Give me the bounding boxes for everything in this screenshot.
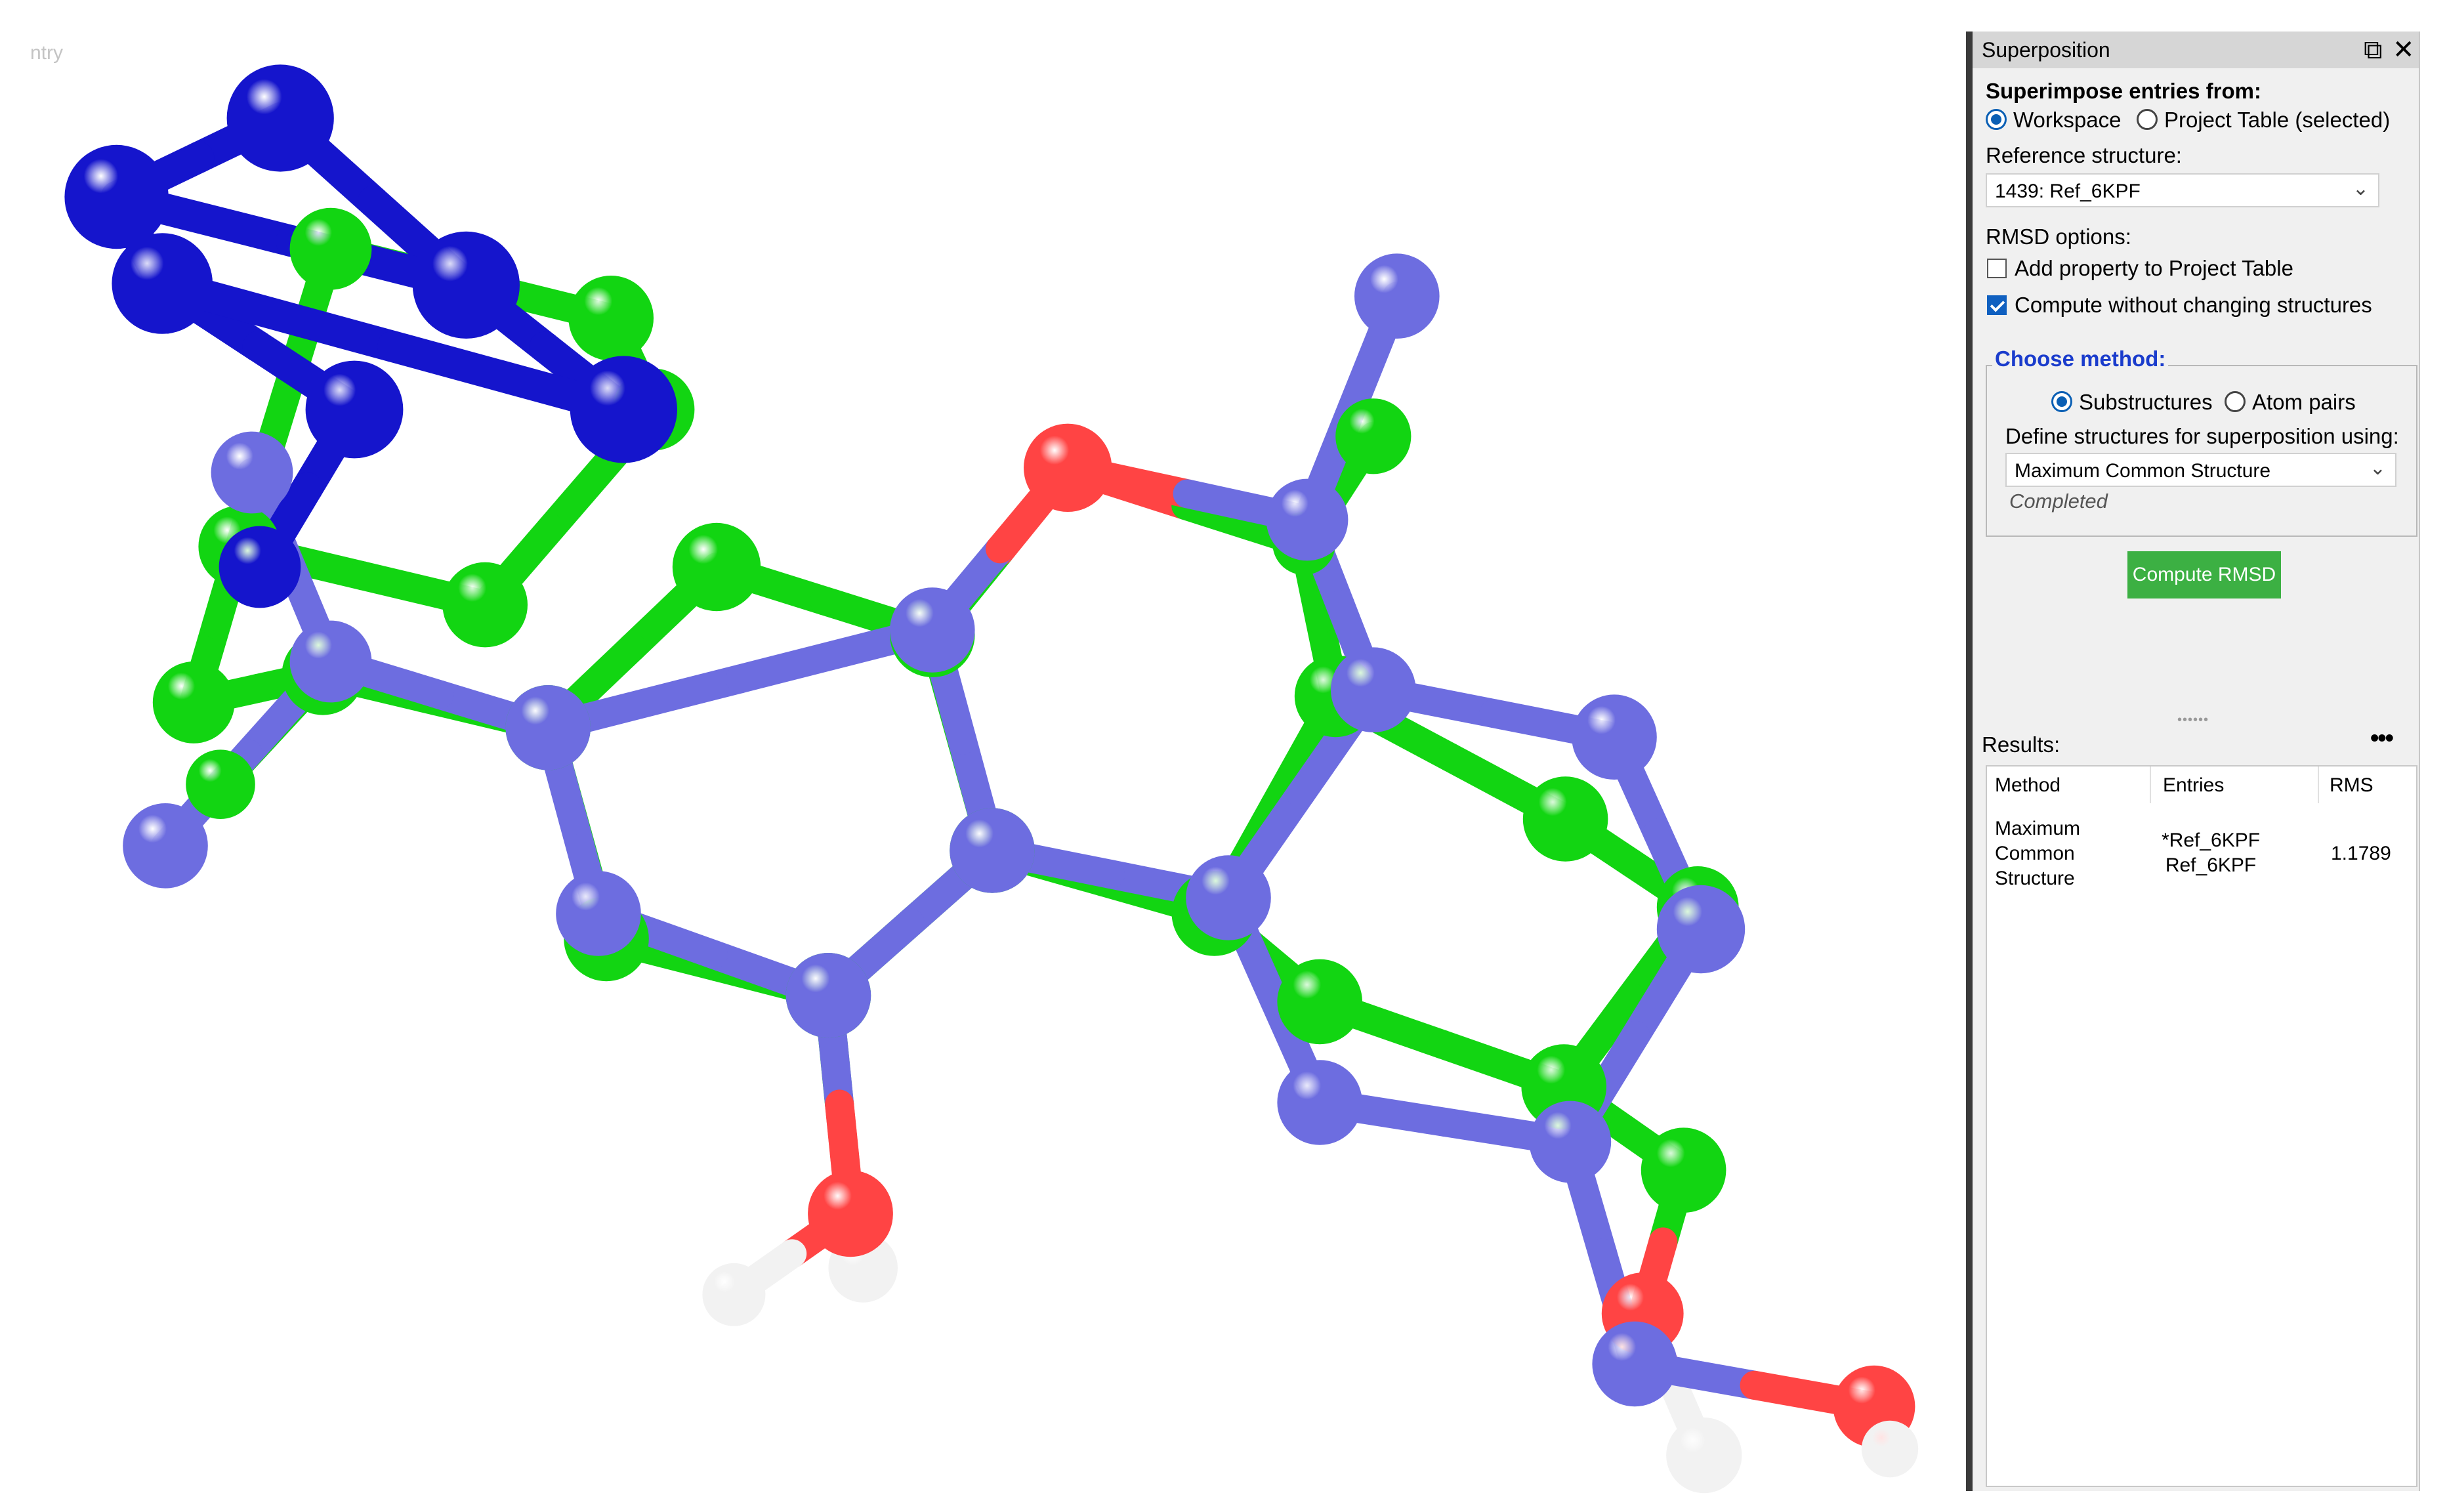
column-header-rms[interactable]: RMS [2330, 774, 2374, 797]
atom[interactable] [1656, 885, 1746, 974]
atom[interactable] [1666, 1418, 1742, 1494]
atom[interactable] [152, 662, 235, 744]
project-table-radio-label[interactable]: Project Table (selected) [2164, 108, 2390, 133]
column-header-entries[interactable]: Entries [2163, 774, 2224, 797]
atom[interactable] [1529, 1101, 1612, 1183]
superimpose-heading: Superimpose entries from: [1986, 79, 2261, 103]
atom[interactable] [556, 871, 641, 956]
atom[interactable] [1861, 1420, 1919, 1478]
panel-titlebar[interactable]: Superposition ⧉ ✕ [1973, 32, 2419, 68]
atom[interactable] [64, 144, 169, 249]
atom[interactable] [123, 803, 208, 889]
atom[interactable] [186, 749, 255, 819]
3d-workspace-viewer[interactable]: ntry [0, 0, 1969, 1512]
atom[interactable] [226, 64, 334, 172]
atom[interactable] [289, 620, 372, 703]
status-text: Completed [2009, 490, 2108, 513]
workspace-radio-label[interactable]: Workspace [2013, 108, 2121, 133]
atom[interactable] [568, 276, 654, 361]
atom[interactable] [1522, 776, 1608, 862]
atom[interactable] [1266, 478, 1349, 561]
result-method-cell: Maximum Common Structure [1995, 818, 2081, 889]
atom[interactable] [1641, 1127, 1726, 1213]
reference-structure-value: 1439: Ref_6KPF [1995, 180, 2141, 202]
atom[interactable] [1024, 423, 1112, 512]
atom[interactable] [1186, 855, 1271, 940]
define-structures-label: Define structures for superposition usin… [2005, 424, 2399, 448]
reference-structure-label: Reference structure: [1986, 143, 2182, 167]
result-entries-cell: *Ref_6KPF Ref_6KPF [2162, 830, 2261, 876]
atom[interactable] [211, 431, 293, 514]
atom[interactable] [305, 360, 404, 459]
atom[interactable] [808, 1170, 893, 1255]
splitter-handle[interactable]: •••••• [2177, 713, 2209, 728]
superposition-panel: Superposition ⧉ ✕ Superimpose entries fr… [1973, 32, 2420, 1491]
atom[interactable] [1592, 1321, 1677, 1407]
float-window-icon[interactable]: ⧉ [2364, 35, 2383, 64]
column-header-method[interactable]: Method [1995, 774, 2060, 797]
define-structures-select[interactable]: Maximum Common Structure ⌄ [2005, 453, 2396, 487]
results-table: Method Entries RMS Maximum Common Struct… [1986, 765, 2417, 1487]
atom-pairs-radio[interactable] [2225, 391, 2246, 412]
results-menu-icon[interactable]: ••• [2370, 724, 2394, 753]
atom[interactable] [412, 231, 520, 339]
workspace-radio[interactable] [1986, 109, 2007, 130]
atom[interactable] [890, 587, 975, 673]
panel-divider[interactable] [1966, 32, 1973, 1491]
chevron-down-icon: ⌄ [2369, 457, 2386, 479]
atom[interactable] [1331, 647, 1416, 732]
compute-rmsd-button[interactable]: Compute RMSD [2127, 551, 2281, 598]
atom[interactable] [1277, 959, 1362, 1045]
atom[interactable] [950, 808, 1035, 893]
column-divider [2150, 766, 2151, 803]
rmsd-options-label: RMSD options: [1986, 224, 2131, 249]
add-property-checkbox[interactable] [1987, 259, 2007, 278]
atom[interactable] [570, 356, 677, 463]
substructures-radio-label[interactable]: Substructures [2079, 390, 2213, 415]
atom[interactable] [702, 1263, 766, 1326]
reference-structure-select[interactable]: 1439: Ref_6KPF ⌄ [1986, 173, 2379, 207]
atom[interactable] [219, 526, 301, 608]
results-label: Results: [1982, 732, 2060, 757]
column-divider [2318, 766, 2319, 803]
atom[interactable] [785, 953, 871, 1038]
define-structures-value: Maximum Common Structure [2015, 460, 2271, 482]
choose-method-label: Choose method: [1992, 346, 2169, 371]
atom[interactable] [1354, 253, 1440, 339]
compute-without-changing-label[interactable]: Compute without changing structures [2015, 293, 2372, 318]
chevron-down-icon: ⌄ [2352, 178, 2369, 200]
add-property-label[interactable]: Add property to Project Table [2015, 256, 2293, 281]
result-rms-cell: 1.1789 [2331, 843, 2391, 864]
close-icon[interactable]: ✕ [2393, 35, 2415, 64]
project-table-radio[interactable] [2137, 109, 2158, 130]
atom[interactable] [672, 522, 761, 612]
atom[interactable] [112, 233, 213, 334]
substructures-radio[interactable] [2051, 391, 2072, 412]
atom[interactable] [505, 685, 591, 770]
atom[interactable] [1572, 694, 1657, 780]
molecule-superposition[interactable] [0, 0, 1969, 1512]
atom-pairs-radio-label[interactable]: Atom pairs [2252, 390, 2356, 415]
atom[interactable] [289, 207, 372, 290]
atom[interactable] [442, 562, 528, 648]
atom[interactable] [1335, 398, 1412, 474]
atom[interactable] [1277, 1060, 1362, 1145]
bonds-layer [100, 102, 1904, 1470]
panel-title: Superposition [1982, 38, 2110, 62]
compute-without-changing-checkbox[interactable] [1987, 295, 2007, 315]
entry-title-label: ntry [30, 42, 64, 64]
